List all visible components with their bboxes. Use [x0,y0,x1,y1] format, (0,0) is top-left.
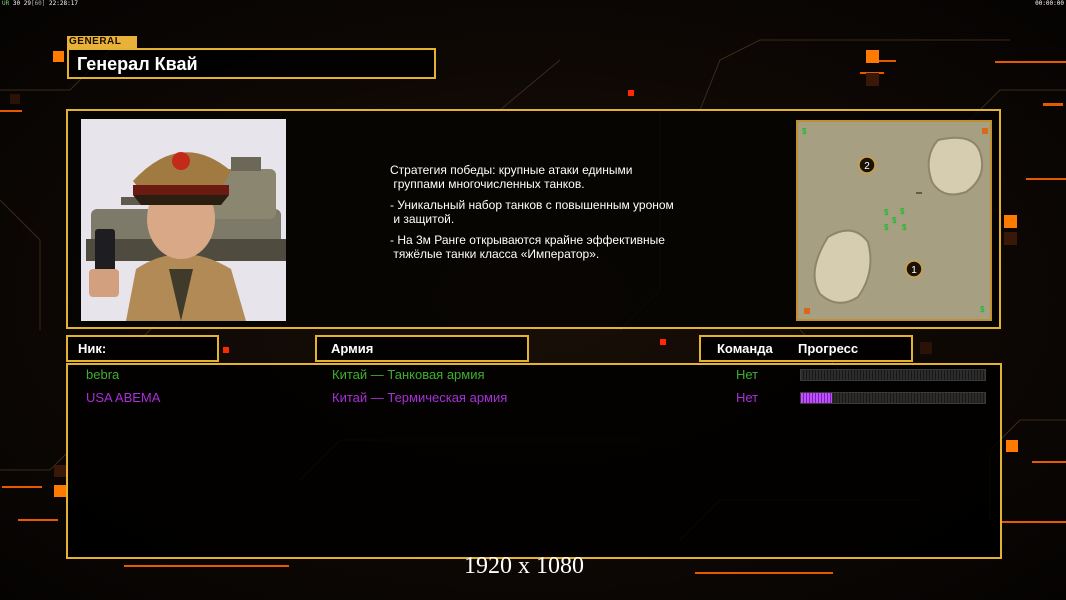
column-header-team-progress: Команда Прогресс [699,335,913,362]
player-nick: USA ABEMA [86,390,161,405]
player-team: Нет [736,390,759,405]
start-position-1[interactable]: 1 [905,260,923,278]
structure-icon [982,128,988,134]
players-table: bebra Китай — Танковая армия Нет USA ABE… [66,363,1002,559]
supply-icon: $ [900,207,905,216]
player-army: Китай — Термическая армия [332,390,508,405]
supply-icon: $ [884,208,889,217]
start-position-2[interactable]: 2 [858,156,876,174]
progress-bar [800,392,986,404]
supply-icon: $ [902,223,907,232]
resolution-label: 1920 x 1080 [464,553,584,579]
svg-text:2: 2 [864,161,870,172]
description-line: - На 3м Ранге открываются крайне эффекти… [390,233,665,261]
table-row: bebra Китай — Танковая армия Нет [68,366,1000,384]
general-description: Стратегия победы: крупные атаки едиными … [390,163,720,268]
description-line: - Уникальный набор танков с повышенным у… [390,198,674,226]
supply-icon: $ [892,216,897,225]
player-army: Китай — Танковая армия [332,367,485,382]
general-portrait [81,119,286,321]
supply-icon: $ [980,305,985,314]
structure-icon [804,308,810,314]
column-header-team: Команда [717,341,773,356]
progress-bar [800,369,986,381]
description-line: Стратегия победы: крупные атаки едиными … [390,163,633,191]
general-tag: GENERAL [67,36,137,48]
fps-readout: UR 30 29[60] 22:28:17 [2,0,78,7]
status-bar: UR 30 29[60] 22:28:17 00:00:00 [0,0,1066,8]
game-timer: 00:00:00 [1035,0,1064,7]
general-title-box: Генерал Квай [67,48,436,79]
player-nick: bebra [86,367,120,382]
general-name: Генерал Квай [77,54,198,74]
svg-text:1: 1 [911,265,917,276]
player-team: Нет [736,367,759,382]
table-row: USA ABEMA Китай — Термическая армия Нет [68,389,1000,407]
general-portrait-image [81,119,286,321]
supply-icon: $ [884,223,889,232]
column-header-nick: Ник: [66,335,219,362]
general-info-panel: Стратегия победы: крупные атаки едиными … [66,109,1001,329]
supply-icon: $ [802,127,807,136]
column-header-army: Армия [315,335,529,362]
column-header-progress: Прогресс [798,341,859,356]
cap-badge-icon [172,152,190,170]
minimap[interactable]: $ $ $ $ $ $ $ 2 1 [796,120,992,321]
